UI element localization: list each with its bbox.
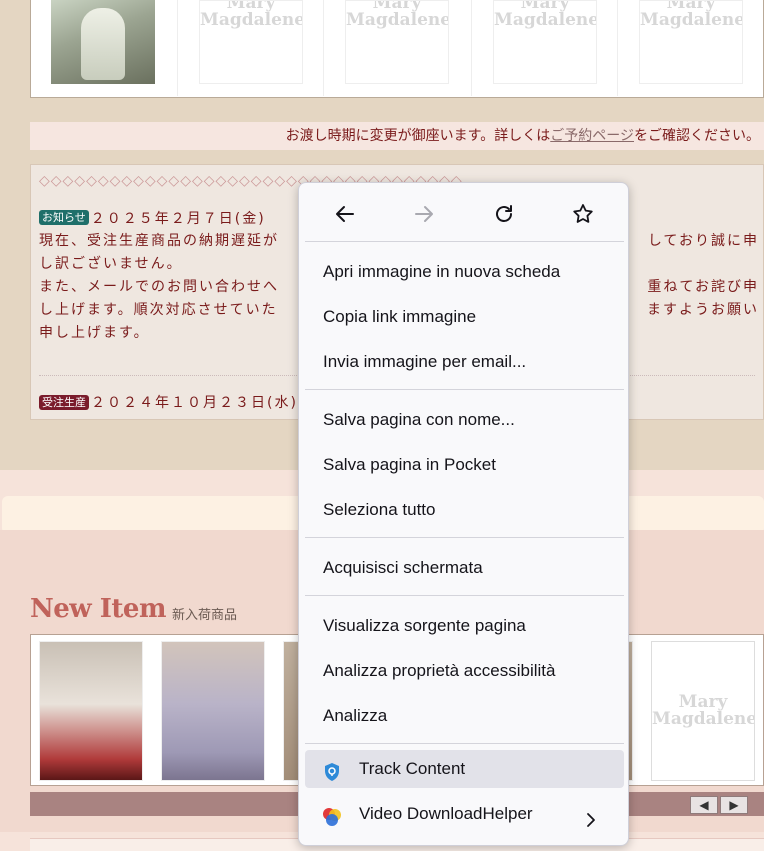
menu-item-label: Track Content bbox=[359, 759, 466, 778]
back-icon[interactable] bbox=[330, 199, 360, 229]
carousel-next-button[interactable]: ▶ bbox=[720, 796, 748, 814]
reservation-page-link[interactable]: ご予約ページ bbox=[550, 128, 634, 144]
new-item-heading: New Item bbox=[30, 594, 166, 624]
notice-text: をご確認ください。 bbox=[634, 128, 760, 144]
menu-view-page-source[interactable]: Visualizza sorgente pagina bbox=[305, 607, 624, 645]
placeholder-logo: Mary Magdalene bbox=[346, 0, 449, 30]
menu-select-all[interactable]: Seleziona tutto bbox=[305, 491, 624, 529]
news-date: ２０２４年１０月２３日(水) bbox=[91, 395, 298, 411]
placeholder-thumbnail[interactable]: Mary Magdalene bbox=[639, 0, 743, 84]
placeholder-logo: Mary Magdalene bbox=[494, 0, 597, 30]
placeholder-logo: Mary Magdalene bbox=[640, 0, 743, 30]
carousel-prev-button[interactable]: ◀ bbox=[690, 796, 718, 814]
info-tag: お知らせ bbox=[39, 210, 89, 225]
divider bbox=[177, 0, 178, 96]
menu-save-page-as[interactable]: Salva pagina con nome... bbox=[305, 401, 624, 439]
menu-separator bbox=[305, 241, 624, 242]
bookmark-star-icon[interactable] bbox=[568, 199, 598, 229]
menu-open-image-new-tab[interactable]: Apri immagine in nuova scheda bbox=[305, 253, 624, 291]
made-to-order-tag: 受注生産 bbox=[39, 394, 89, 410]
video-downloadhelper-icon bbox=[321, 804, 343, 826]
menu-separator bbox=[305, 389, 624, 390]
top-thumbnail-strip: Mary Magdalene Mary Magdalene Mary Magdalen… bbox=[30, 0, 764, 98]
new-item-subtitle: 新入荷商品 bbox=[172, 608, 238, 623]
divider bbox=[323, 0, 324, 96]
forward-icon[interactable] bbox=[409, 199, 439, 229]
placeholder-logo: Mary Magdalene bbox=[652, 692, 755, 729]
product-thumbnail[interactable] bbox=[51, 0, 155, 84]
menu-save-to-pocket[interactable]: Salva pagina in Pocket bbox=[305, 446, 624, 484]
news-date: ２０２５年２月７日(金) bbox=[90, 210, 266, 227]
menu-inspect[interactable]: Analizza bbox=[305, 697, 624, 735]
menu-email-image[interactable]: Invia immagine per email... bbox=[305, 343, 624, 381]
menu-inspect-accessibility[interactable]: Analizza proprietà accessibilità bbox=[305, 652, 624, 690]
shield-icon bbox=[321, 759, 343, 781]
menu-separator bbox=[305, 537, 624, 538]
placeholder-product[interactable]: Mary Magdalene bbox=[651, 641, 755, 781]
menu-track-content[interactable]: Track Content bbox=[305, 750, 624, 788]
placeholder-thumbnail[interactable]: Mary Magdalene bbox=[199, 0, 303, 84]
menu-item-label: Video DownloadHelper bbox=[359, 804, 533, 823]
context-menu: Apri immagine in nuova scheda Copia link… bbox=[298, 182, 629, 846]
placeholder-thumbnail[interactable]: Mary Magdalene bbox=[493, 0, 597, 84]
divider bbox=[471, 0, 472, 96]
product-image[interactable] bbox=[161, 641, 265, 781]
reload-icon[interactable] bbox=[489, 199, 519, 229]
product-image[interactable] bbox=[39, 641, 143, 781]
chevron-right-icon bbox=[582, 805, 600, 827]
delivery-notice-bar: お渡し時期に変更が御座います。詳しくはご予約ページをご確認ください。 bbox=[30, 122, 764, 150]
menu-copy-image-link[interactable]: Copia link immagine bbox=[305, 298, 624, 336]
placeholder-logo: Mary Magdalene bbox=[200, 0, 303, 30]
menu-separator bbox=[305, 743, 624, 744]
menu-separator bbox=[305, 595, 624, 596]
menu-take-screenshot[interactable]: Acquisisci schermata bbox=[305, 549, 624, 587]
divider bbox=[617, 0, 618, 96]
context-nav-row bbox=[299, 183, 628, 241]
placeholder-thumbnail[interactable]: Mary Magdalene bbox=[345, 0, 449, 84]
menu-video-downloadhelper[interactable]: Video DownloadHelper bbox=[305, 795, 624, 833]
notice-text: お渡し時期に変更が御座います。詳しくは bbox=[285, 128, 551, 144]
